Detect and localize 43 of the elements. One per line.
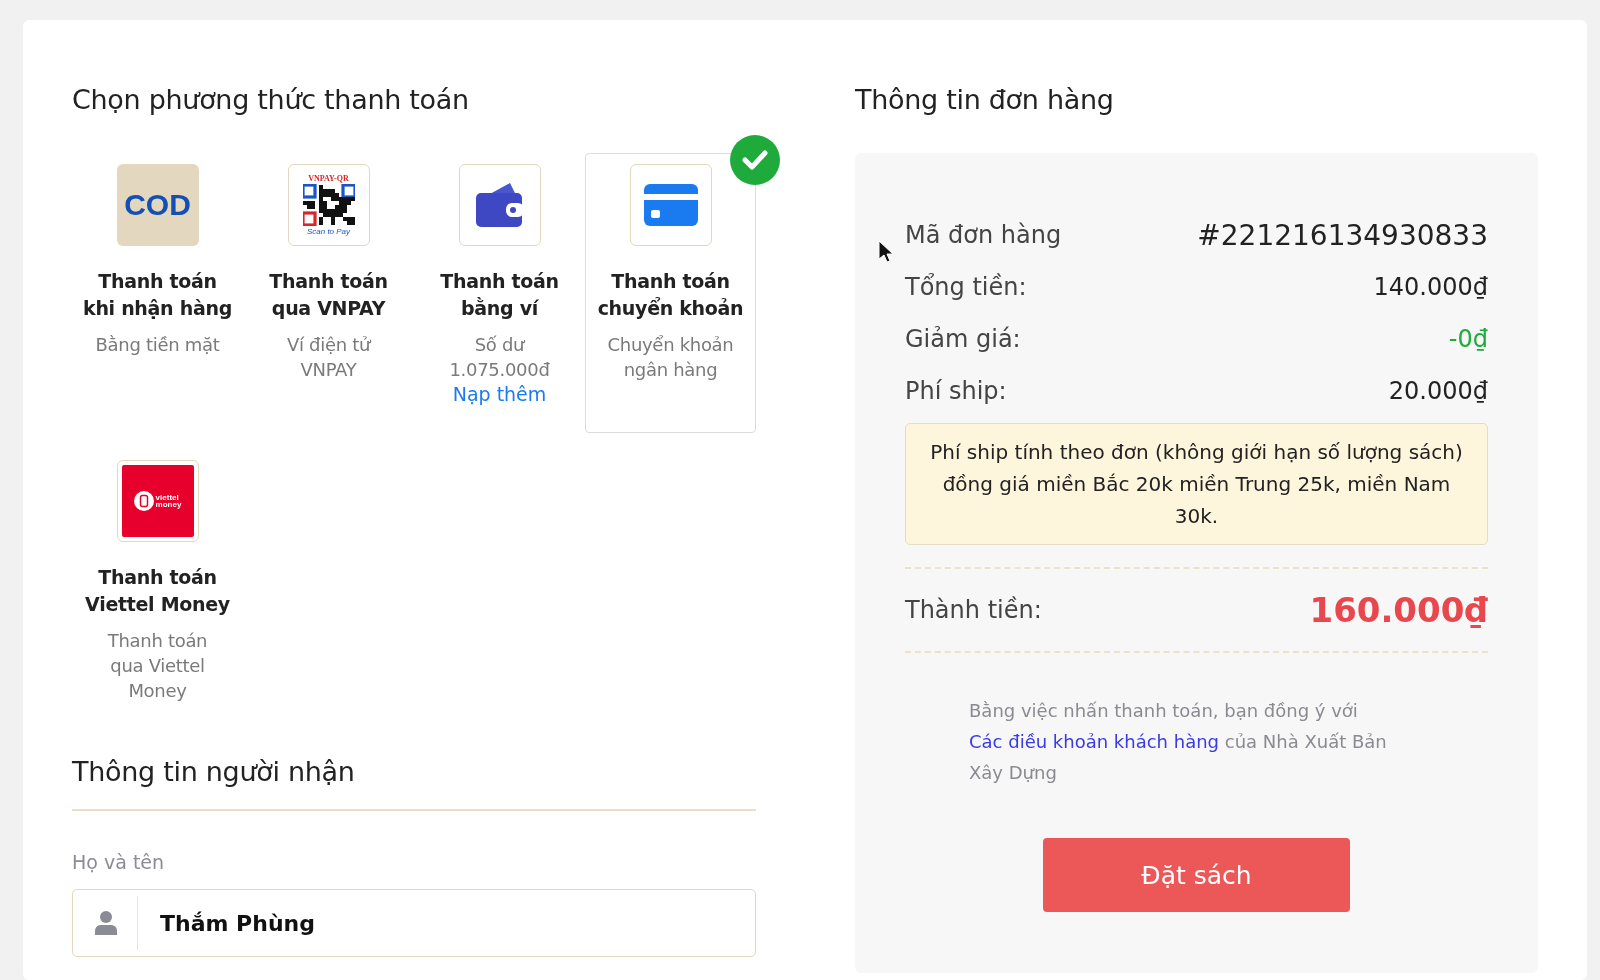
cod-logo: COD	[116, 164, 199, 246]
summary-label: Giảm giá:	[905, 325, 1021, 353]
field-label: Họ và tên	[72, 851, 166, 873]
name-input-field[interactable]: Thắm Phùng	[158, 909, 755, 937]
section-title: Thông tin đơn hàng	[855, 84, 1115, 115]
option-description: Bằng tiền mặt	[95, 333, 220, 357]
credit-card-icon	[629, 164, 712, 246]
option-title: Thanh toán chuyển khoản	[597, 269, 744, 321]
section-title: Thông tin người nhận	[72, 756, 356, 787]
payment-option[interactable]: Thanh toán bằng ví Số dư 1.075.000đ Nạp thêm	[414, 153, 585, 416]
summary-label: Phí ship:	[905, 377, 1007, 405]
checkmark-icon	[730, 135, 780, 185]
option-description: Thanh toán qua Viettel Money	[107, 629, 208, 703]
wallet-icon	[458, 164, 541, 246]
option-description: Ví điện tử VNPAY	[286, 333, 371, 382]
option-title: Thanh toán bằng ví	[440, 269, 559, 321]
mouse-cursor-icon	[878, 240, 894, 264]
option-title: Thanh toán qua VNPAY	[269, 269, 388, 321]
user-icon	[95, 911, 117, 935]
name-input-field[interactable]: Thắm Phùng	[72, 889, 756, 957]
option-title: Thanh toán Viettel Money	[85, 565, 230, 617]
option-description: Chuyển khoản ngân hàng	[607, 333, 734, 382]
summary-value: -0₫	[1448, 325, 1488, 353]
summary-label: Tổng tiền:	[905, 273, 1027, 301]
viettel-money-logo: viettel money	[116, 460, 199, 542]
terms-text: Bằng việc nhấn thanh toán, bạn đồng ý với Các điều khoản khách hàng của Nhà Xuất Bản Xây Dựng	[969, 699, 1388, 785]
top-up-link[interactable]: Nạp thêm	[452, 382, 547, 407]
terms-link[interactable]: Các điều khoản khách hàng	[969, 731, 1219, 752]
shipping-note: Phí ship tính theo đơn (không giới hạn số lượng sách) đồng giá miền Bắc 20k miền Trung 25k, miền Nam 30k.	[905, 423, 1488, 545]
payment-option[interactable]: COD Thanh toán khi nhận hàng Bằng tiền mặt	[72, 153, 243, 366]
option-title: Thanh toán khi nhận hàng	[83, 269, 232, 321]
payment-option[interactable]: Thanh toán chuyển khoản Chuyển khoản ngân hàng	[585, 153, 756, 433]
summary-value: 140.000₫	[1373, 273, 1488, 301]
summary-value: #221216134930833	[1197, 218, 1488, 252]
option-description: Số dư 1.075.000đ	[449, 333, 550, 382]
qr-code-logo: VNPAY-QR Scan to Pay	[287, 164, 370, 246]
section-title: Chọn phương thức thanh toán	[72, 84, 470, 115]
summary-value: 20.000₫	[1388, 377, 1488, 405]
total-label: Thành tiền:	[905, 596, 1042, 624]
payment-option[interactable]: viettel money Thanh toán Viettel Money Thanh toán qua Viettel Money	[72, 449, 243, 712]
total-value: 160.000₫	[1309, 590, 1488, 630]
payment-option[interactable]: VNPAY-QR Scan to Pay Thanh toán qua VNPAY Ví điện tử VNPAY	[243, 153, 414, 391]
summary-label: Mã đơn hàng	[905, 221, 1062, 249]
